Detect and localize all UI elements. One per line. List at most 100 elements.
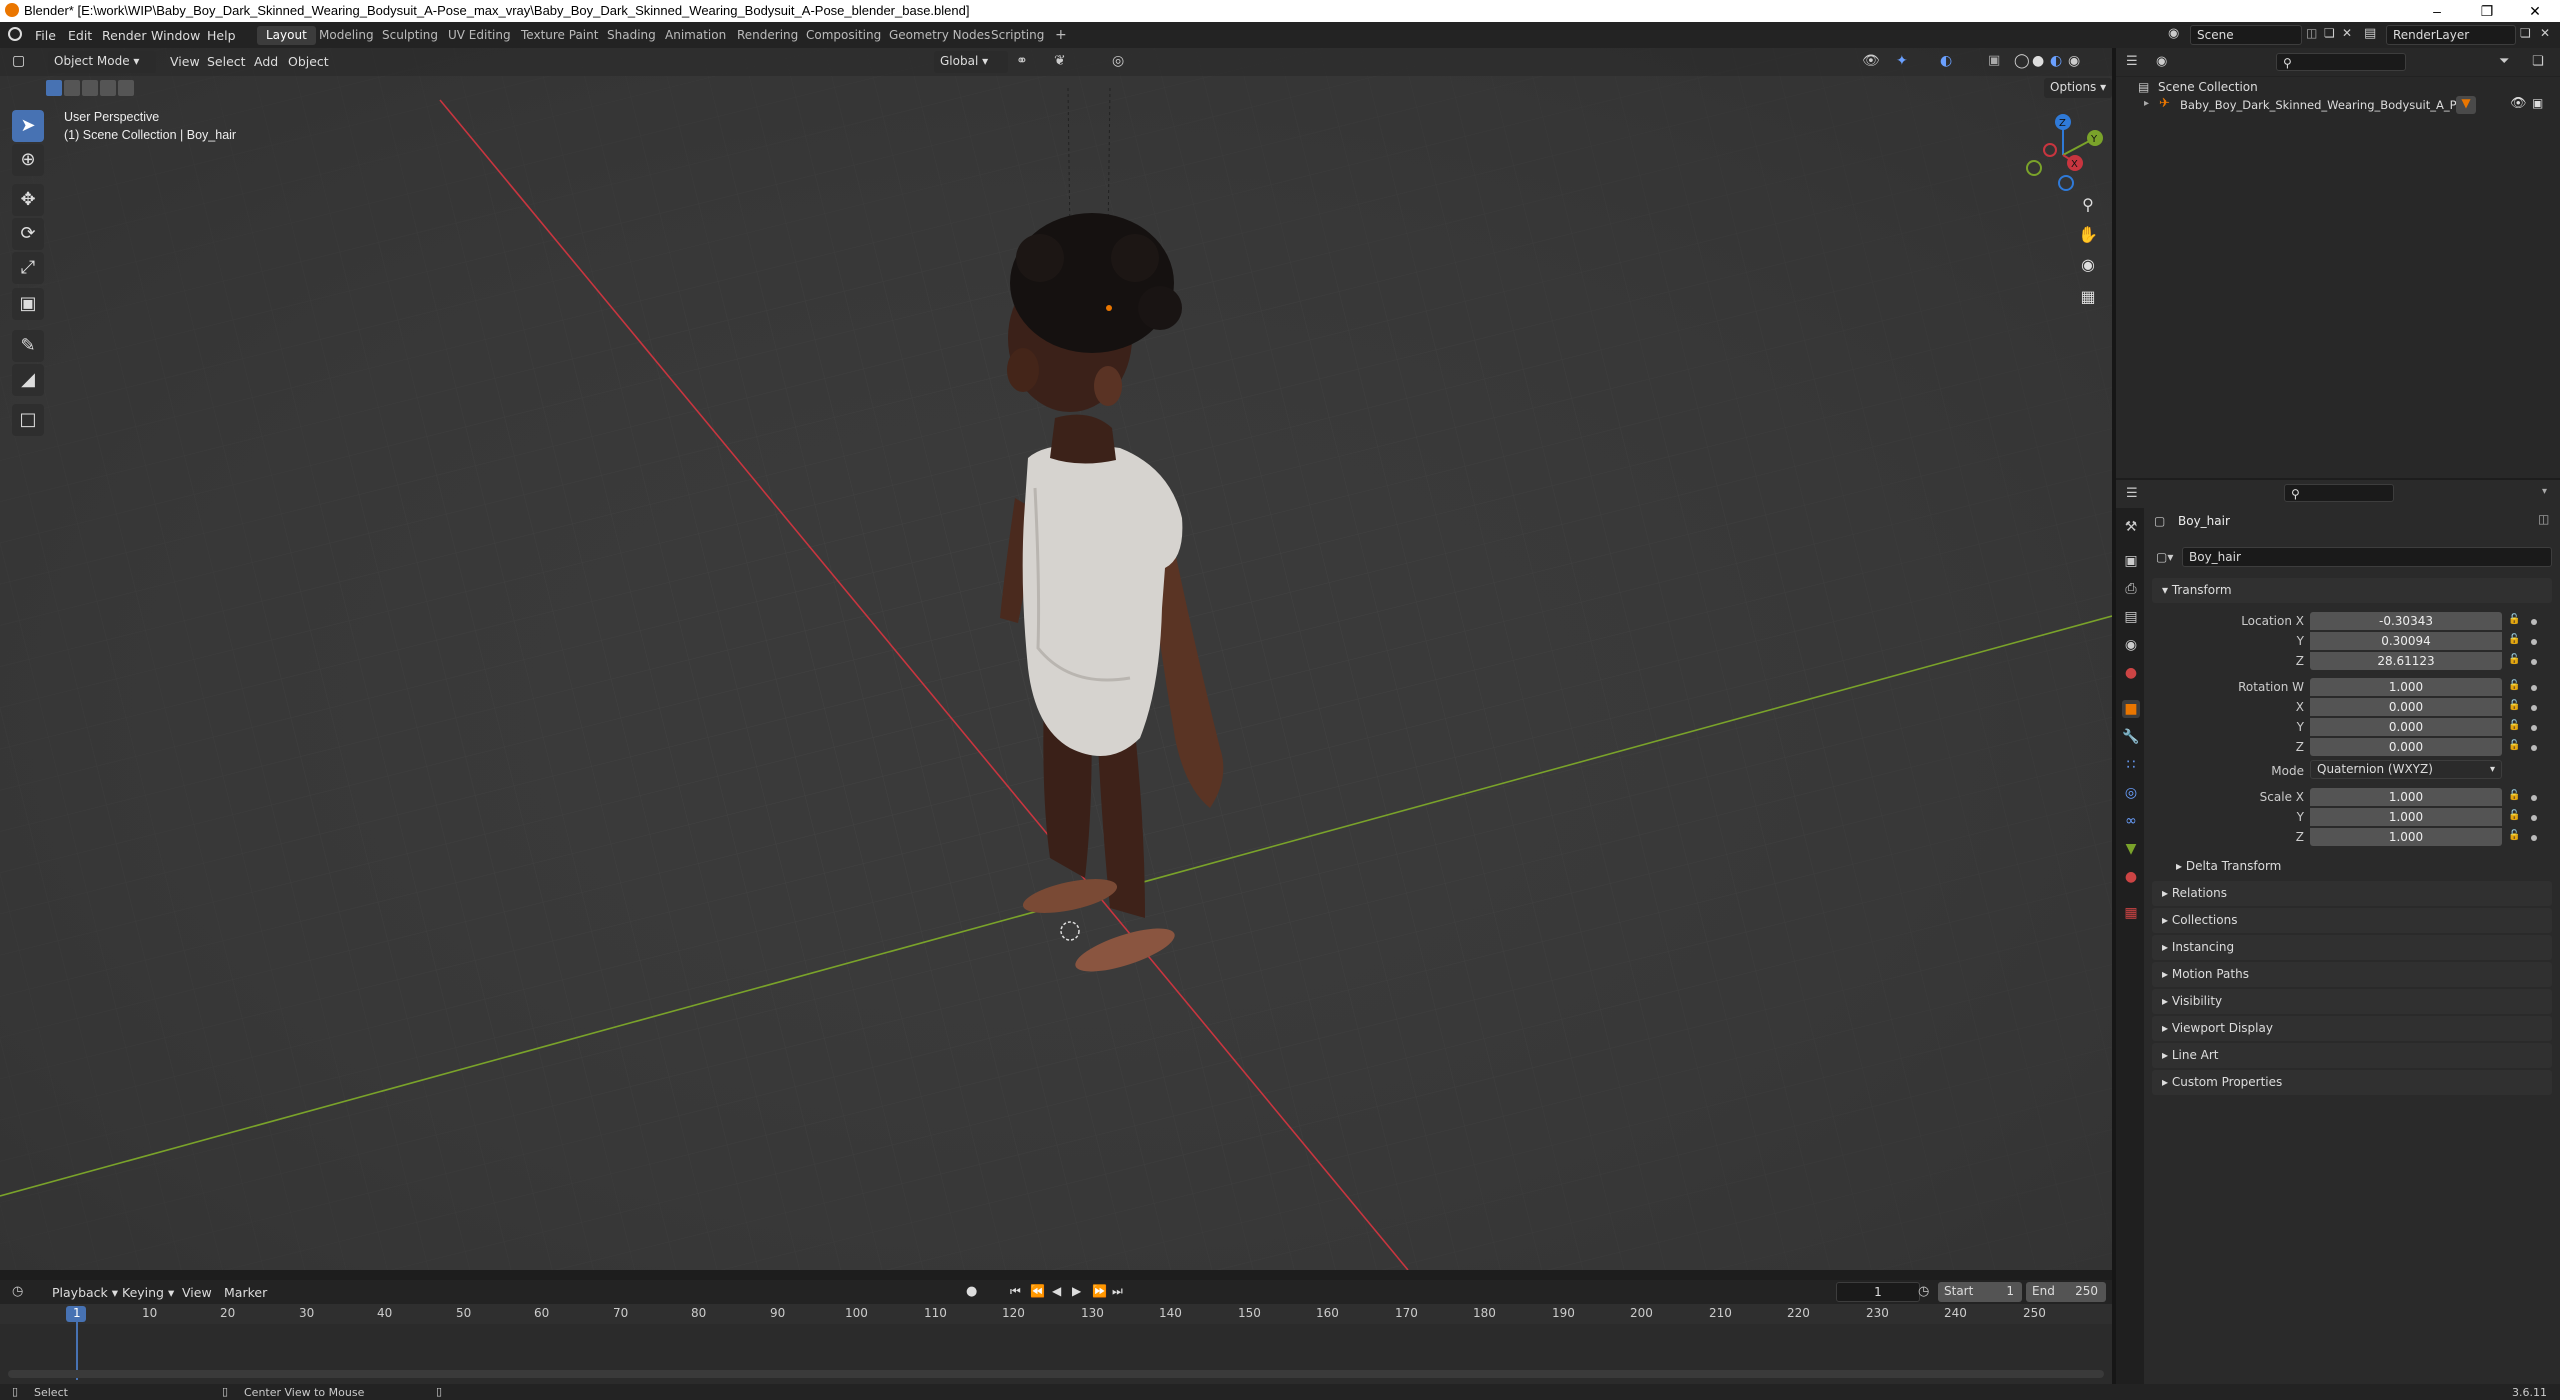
rotation-w-field[interactable]: 1.000 xyxy=(2310,678,2502,696)
tab-modeling[interactable]: Modeling xyxy=(310,26,383,45)
collections-panel-header[interactable]: ▸ Collections xyxy=(2152,908,2552,933)
tab-layout[interactable]: Layout xyxy=(257,26,316,45)
tab-animation[interactable]: Animation xyxy=(656,26,735,45)
outliner-editor-type-icon[interactable]: ☰ xyxy=(2126,54,2138,69)
zoom-icon[interactable]: ⚲ xyxy=(2072,190,2104,220)
cursor-tool-icon[interactable]: ⊕ xyxy=(12,144,44,176)
transform-panel-header[interactable]: ▾ Transform xyxy=(2152,578,2552,603)
tab-rendering[interactable]: Rendering xyxy=(728,26,807,45)
editor-type-icon[interactable]: ▢ xyxy=(12,53,25,69)
add-workspace-button[interactable]: + xyxy=(1046,26,1076,45)
timeline-editor-type-icon[interactable]: ◷ xyxy=(12,1284,23,1299)
tab-scripting[interactable]: Scripting xyxy=(982,26,1053,45)
measure-tool-icon[interactable]: ◢ xyxy=(12,364,44,396)
select-set-icon[interactable] xyxy=(46,80,62,96)
menu-help[interactable]: Help xyxy=(207,28,236,43)
properties-search-input[interactable]: ⚲ xyxy=(2284,484,2394,502)
wireframe-shading-icon[interactable]: ◯ xyxy=(2014,53,2030,69)
scene-tab-icon[interactable]: ◉ xyxy=(2122,636,2140,654)
snap-icon[interactable]: ❦ xyxy=(1054,53,1066,69)
3d-viewport[interactable]: Z Y X xyxy=(0,48,2112,1270)
line-art-panel-header[interactable]: ▸ Line Art xyxy=(2152,1043,2552,1068)
select-extend-icon[interactable] xyxy=(64,80,80,96)
prev-keyframe-icon[interactable]: ⏪ xyxy=(1030,1284,1045,1298)
keyframe-rotation-y-dot[interactable] xyxy=(2531,725,2537,731)
select-subtract-icon[interactable] xyxy=(82,80,98,96)
next-keyframe-icon[interactable]: ⏩ xyxy=(1092,1284,1107,1298)
lock-rotation-x-icon[interactable]: 🔓 xyxy=(2508,700,2522,714)
scale-z-field[interactable]: 1.000 xyxy=(2310,828,2502,846)
tool-tab-icon[interactable]: ⚒ xyxy=(2122,518,2140,536)
material-shading-icon[interactable]: ◐ xyxy=(2050,53,2062,69)
viewport-menu-object[interactable]: Object xyxy=(288,54,329,69)
end-frame-field[interactable]: End 250 xyxy=(2026,1282,2106,1302)
minimize-button[interactable]: – xyxy=(2414,0,2460,22)
menu-render[interactable]: Render xyxy=(102,28,147,43)
delete-view-layer-icon[interactable]: ✕ xyxy=(2540,26,2550,40)
lock-location-y-icon[interactable]: 🔓 xyxy=(2508,634,2522,648)
select-box-tool-icon[interactable]: ➤ xyxy=(12,110,44,142)
move-tool-icon[interactable]: ✥ xyxy=(12,184,44,216)
proportional-edit-icon[interactable]: ◎ xyxy=(1112,53,1124,69)
lock-rotation-z-icon[interactable]: 🔓 xyxy=(2508,740,2522,754)
instancing-panel-header[interactable]: ▸ Instancing xyxy=(2152,935,2552,960)
keyframe-scale-z-dot[interactable] xyxy=(2531,835,2537,841)
transform-tool-icon[interactable]: ▣ xyxy=(12,288,44,320)
location-y-field[interactable]: 0.30094 xyxy=(2310,632,2502,650)
render-tab-icon[interactable]: ▣ xyxy=(2122,552,2140,570)
viewport-menu-select[interactable]: Select xyxy=(207,54,246,69)
delta-transform-subpanel[interactable]: ▸ Delta Transform xyxy=(2166,854,2552,879)
keyframe-location-x-dot[interactable] xyxy=(2531,619,2537,625)
rotation-y-field[interactable]: 0.000 xyxy=(2310,718,2502,736)
timeline-menu-marker[interactable]: Marker xyxy=(224,1285,267,1300)
scene-selector[interactable]: Scene xyxy=(2190,25,2302,45)
scene-collection-label[interactable]: Scene Collection xyxy=(2158,80,2258,94)
play-icon[interactable]: ▶ xyxy=(1072,1284,1081,1298)
timeline-menu-playback[interactable]: Playback ▾ xyxy=(52,1285,118,1300)
display-mode-icon[interactable]: ◉ xyxy=(2156,54,2167,69)
viewport-menu-view[interactable]: View xyxy=(170,54,200,69)
modifier-tab-icon[interactable]: 🔧 xyxy=(2122,728,2140,746)
location-x-field[interactable]: -0.30343 xyxy=(2310,612,2502,630)
tab-sculpting[interactable]: Sculpting xyxy=(373,26,447,45)
overlay-toggle-icon[interactable]: ◐ xyxy=(1940,53,1952,69)
outliner-item-armature[interactable]: Baby_Boy_Dark_Skinned_Wearing_Bodysuit_A… xyxy=(2180,98,2476,112)
keyframe-rotation-z-dot[interactable] xyxy=(2531,745,2537,751)
keyframe-rotation-x-dot[interactable] xyxy=(2531,705,2537,711)
gizmo-toggle-icon[interactable]: ✦ xyxy=(1896,53,1908,69)
pan-hand-icon[interactable]: ✋ xyxy=(2072,220,2104,250)
lock-location-x-icon[interactable]: 🔓 xyxy=(2508,614,2522,628)
render-layer-selector[interactable]: RenderLayer xyxy=(2386,25,2516,45)
pin-icon[interactable]: ◫ xyxy=(2538,512,2549,526)
world-tab-icon[interactable]: ● xyxy=(2122,664,2140,682)
render-camera-icon[interactable]: ▣ xyxy=(2532,96,2543,110)
keyframe-location-y-dot[interactable] xyxy=(2531,639,2537,645)
new-view-layer-icon[interactable]: ❏ xyxy=(2520,26,2531,40)
timeline-menu-keying[interactable]: Keying ▾ xyxy=(122,1285,174,1300)
view-layer-icon[interactable]: ▤ xyxy=(2364,26,2376,41)
location-z-field[interactable]: 28.61123 xyxy=(2310,652,2502,670)
rotation-mode-dropdown[interactable]: Quaternion (WXYZ) ▾ xyxy=(2310,760,2502,779)
play-reverse-icon[interactable]: ◀ xyxy=(1052,1284,1061,1298)
scale-tool-icon[interactable]: ⤢ xyxy=(12,252,44,284)
properties-options-icon[interactable]: ▾ xyxy=(2542,486,2547,497)
viewport-display-panel-header[interactable]: ▸ Viewport Display xyxy=(2152,1016,2552,1041)
rotate-tool-icon[interactable]: ⟳ xyxy=(12,218,44,250)
tab-compositing[interactable]: Compositing xyxy=(797,26,890,45)
menu-file[interactable]: File xyxy=(35,28,56,43)
scale-x-field[interactable]: 1.000 xyxy=(2310,788,2502,806)
relations-panel-header[interactable]: ▸ Relations xyxy=(2152,881,2552,906)
viewport-menu-add[interactable]: Add xyxy=(254,54,278,69)
expand-chevron-icon[interactable]: ▸ xyxy=(2144,98,2149,109)
close-button[interactable]: ✕ xyxy=(2512,0,2558,22)
custom-properties-panel-header[interactable]: ▸ Custom Properties xyxy=(2152,1070,2552,1095)
particles-tab-icon[interactable]: ∷ xyxy=(2122,756,2140,774)
select-invert-icon[interactable] xyxy=(100,80,116,96)
tab-uv-editing[interactable]: UV Editing xyxy=(439,26,520,45)
lock-scale-x-icon[interactable]: 🔓 xyxy=(2508,790,2522,804)
texture-tab-icon[interactable]: ▦ xyxy=(2122,904,2140,922)
outliner-search-input[interactable]: ⚲ xyxy=(2276,53,2406,71)
blender-menu-icon[interactable] xyxy=(8,27,22,41)
eye-icon[interactable]: 👁 xyxy=(2510,96,2527,111)
select-intersect-icon[interactable] xyxy=(118,80,134,96)
